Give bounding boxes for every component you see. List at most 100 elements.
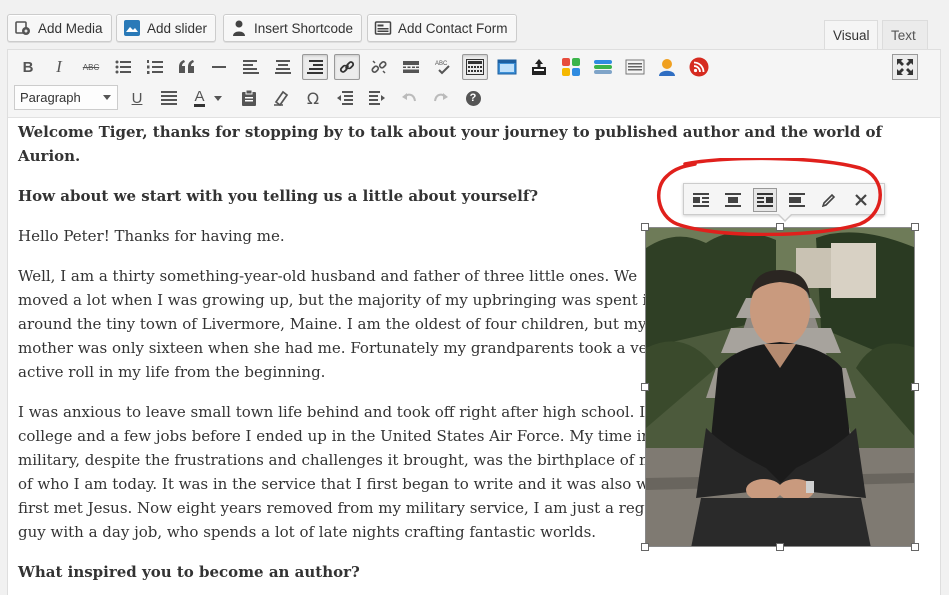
add-slider-button[interactable]: Add slider bbox=[116, 14, 217, 42]
italic-label: I bbox=[56, 57, 62, 76]
italic-button[interactable]: I bbox=[46, 54, 72, 80]
tab-text[interactable]: Text bbox=[882, 20, 928, 50]
image-align-left-icon[interactable] bbox=[689, 188, 713, 212]
image-align-right-icon[interactable] bbox=[753, 188, 777, 212]
redo-icon[interactable] bbox=[428, 85, 454, 111]
unlink-icon[interactable] bbox=[366, 54, 392, 80]
resize-handle-top[interactable] bbox=[776, 223, 784, 231]
question-about-yourself: How about we start with you telling us a… bbox=[18, 187, 539, 205]
add-media-label: Add Media bbox=[38, 20, 103, 36]
paste-text-icon[interactable] bbox=[236, 85, 262, 111]
bold-button[interactable]: B bbox=[15, 54, 41, 80]
answer-paragraph-2-line: of who I am today. It was in the service… bbox=[18, 475, 688, 493]
resize-handle-left[interactable] bbox=[641, 383, 649, 391]
editor: B I ABC ABC Paragraph U A Ω ? Welcome Ti… bbox=[7, 49, 941, 595]
media-icon bbox=[14, 19, 32, 37]
answer-paragraph-2-line: military, despite the frustrations and c… bbox=[18, 451, 682, 469]
image-no-align-icon[interactable] bbox=[785, 188, 809, 212]
toolbar-toggle-icon[interactable] bbox=[462, 54, 488, 80]
answer-paragraph-2-line: first met Jesus. Now eight years removed… bbox=[18, 499, 675, 517]
answer-greeting: Hello Peter! Thanks for having me. bbox=[18, 227, 285, 245]
resize-handle-top-right[interactable] bbox=[911, 223, 919, 231]
align-left-icon[interactable] bbox=[238, 54, 264, 80]
fullscreen-icon bbox=[897, 59, 913, 75]
align-center-icon[interactable] bbox=[270, 54, 296, 80]
insert-link-icon[interactable] bbox=[334, 54, 360, 80]
question-welcome: Welcome Tiger, thanks for stopping by to… bbox=[18, 123, 883, 141]
tab-visual-label: Visual bbox=[833, 28, 870, 43]
eraser-icon[interactable] bbox=[268, 85, 294, 111]
chevron-down-icon bbox=[103, 95, 111, 100]
question-inspiration: What inspired you to become an author? bbox=[18, 563, 360, 581]
add-contact-form-button[interactable]: Add Contact Form bbox=[367, 14, 517, 42]
strikethrough-button[interactable]: ABC bbox=[78, 54, 104, 80]
underline-label: U bbox=[131, 89, 143, 107]
rss-feed-icon[interactable] bbox=[686, 54, 712, 80]
help-icon: ? bbox=[465, 90, 481, 106]
author-photo[interactable] bbox=[645, 227, 915, 547]
align-right-icon[interactable] bbox=[302, 54, 328, 80]
format-select[interactable]: Paragraph bbox=[14, 85, 118, 110]
toolbar-pointer-fill-icon bbox=[779, 214, 791, 220]
spellcheck-icon[interactable]: ABC bbox=[430, 54, 456, 80]
answer-paragraph-1-line: moved a lot when I was growing up, but t… bbox=[18, 291, 690, 309]
insert-shortcode-button[interactable]: Insert Shortcode bbox=[223, 14, 363, 42]
media-buttons-bar: Add Media Add slider Insert Shortcode Ad… bbox=[0, 0, 949, 50]
question-welcome-continued: Aurion. bbox=[18, 147, 81, 165]
bullet-list-icon[interactable] bbox=[110, 54, 136, 80]
omega-icon: Ω bbox=[306, 88, 320, 108]
answer-paragraph-2-line: guy with a day job, who spends a lot of … bbox=[18, 523, 597, 541]
image-inline-toolbar bbox=[683, 183, 885, 222]
read-more-icon[interactable] bbox=[398, 54, 424, 80]
outdent-icon[interactable] bbox=[332, 85, 358, 111]
text-color-button[interactable]: A bbox=[188, 85, 228, 111]
tab-visual[interactable]: Visual bbox=[824, 20, 878, 50]
numbered-list-icon[interactable] bbox=[142, 54, 168, 80]
text-color-chevron-icon bbox=[213, 95, 222, 101]
answer-paragraph-1-line: mother was only sixteen when she had me.… bbox=[18, 339, 664, 357]
shortcode-user-icon bbox=[230, 19, 248, 37]
edit-image-icon[interactable] bbox=[817, 188, 841, 212]
horizontal-line-icon[interactable] bbox=[206, 54, 232, 80]
answer-paragraph-2-line: college and a few jobs before I ended up… bbox=[18, 427, 681, 445]
plugin-window-icon[interactable] bbox=[494, 54, 520, 80]
undo-icon[interactable] bbox=[396, 85, 422, 111]
resize-handle-bottom-right[interactable] bbox=[911, 543, 919, 551]
answer-paragraph-2-line: I was anxious to leave small town life b… bbox=[18, 403, 687, 421]
answer-paragraph-1-line: around the tiny town of Livermore, Maine… bbox=[18, 315, 647, 333]
strikethrough-label: ABC bbox=[82, 62, 100, 72]
text-color-label: A bbox=[194, 87, 205, 107]
help-button[interactable]: ? bbox=[460, 85, 486, 111]
remove-image-icon[interactable] bbox=[849, 188, 873, 212]
stack-bars-icon[interactable] bbox=[590, 54, 616, 80]
insert-shortcode-label: Insert Shortcode bbox=[254, 20, 354, 36]
bold-label: B bbox=[22, 58, 34, 76]
add-slider-label: Add slider bbox=[147, 20, 208, 36]
slider-icon bbox=[123, 19, 141, 37]
blockquote-icon[interactable] bbox=[174, 54, 200, 80]
upload-box-icon[interactable] bbox=[526, 54, 552, 80]
resize-handle-top-left[interactable] bbox=[641, 223, 649, 231]
fullscreen-button[interactable] bbox=[892, 54, 918, 80]
resize-handle-right[interactable] bbox=[911, 383, 919, 391]
editor-toolbar: B I ABC ABC Paragraph U A Ω ? bbox=[8, 50, 940, 118]
justify-icon[interactable] bbox=[156, 85, 182, 111]
user-profile-icon[interactable] bbox=[654, 54, 680, 80]
image-align-center-icon[interactable] bbox=[721, 188, 745, 212]
indent-icon[interactable] bbox=[364, 85, 390, 111]
author-photo-image bbox=[646, 228, 914, 546]
table-list-icon[interactable] bbox=[622, 54, 648, 80]
contact-form-icon bbox=[374, 19, 392, 37]
tab-text-label: Text bbox=[891, 28, 916, 43]
resize-handle-bottom[interactable] bbox=[776, 543, 784, 551]
color-blocks-icon[interactable] bbox=[558, 54, 584, 80]
special-character-button[interactable]: Ω bbox=[300, 85, 326, 111]
svg-text:ABC: ABC bbox=[435, 61, 448, 67]
resize-handle-bottom-left[interactable] bbox=[641, 543, 649, 551]
add-media-button[interactable]: Add Media bbox=[7, 14, 112, 42]
answer-paragraph-1-line: Well, I am a thirty something-year-old h… bbox=[18, 267, 638, 285]
add-contact-form-label: Add Contact Form bbox=[398, 20, 508, 36]
answer-paragraph-1-line: active roll in my life from the beginnin… bbox=[18, 363, 326, 381]
underline-button[interactable]: U bbox=[124, 85, 150, 111]
format-select-value: Paragraph bbox=[20, 90, 81, 105]
